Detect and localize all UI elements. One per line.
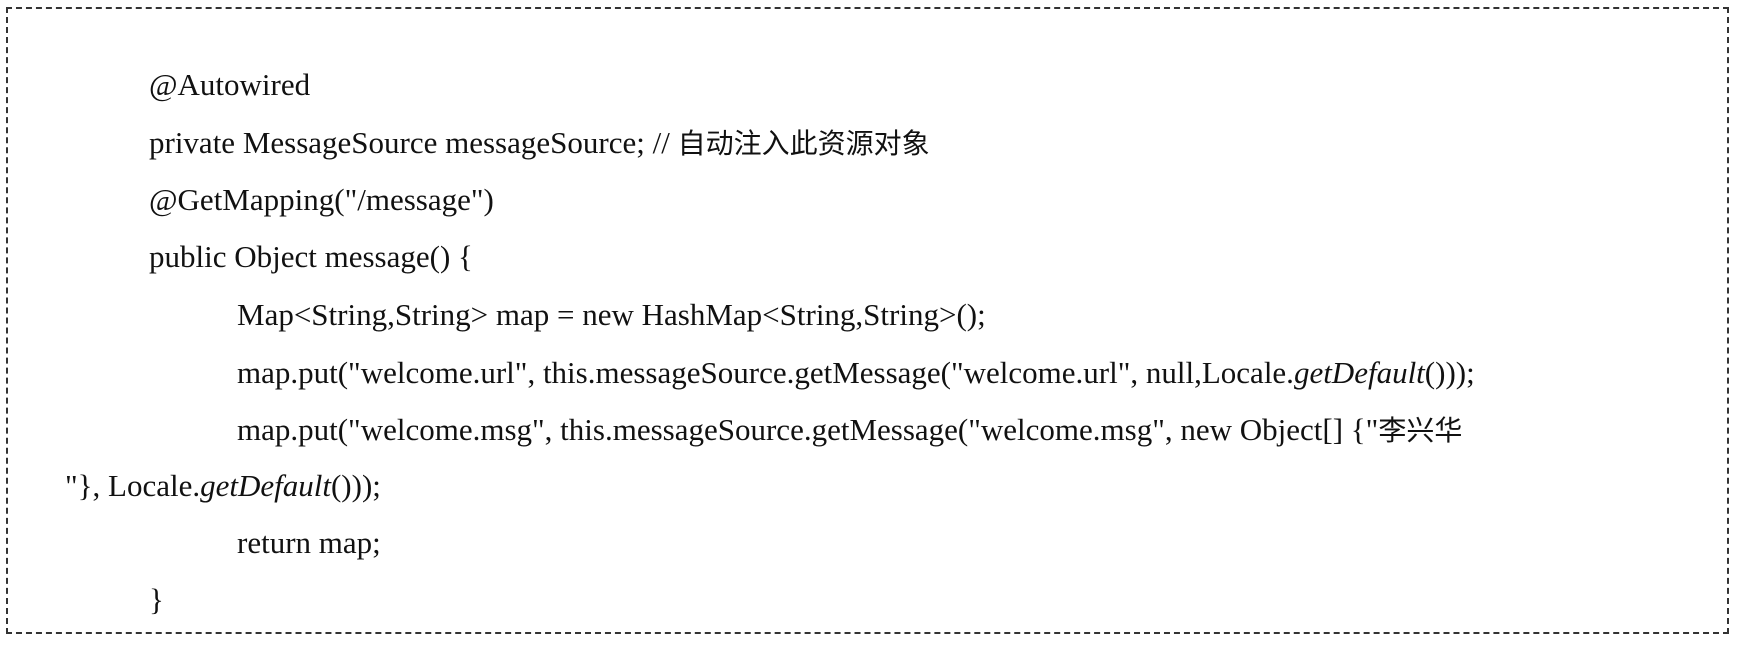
code-line-closing-brace: } — [118, 546, 164, 654]
code-line-put-msg: map.put("welcome.msg", this.messageSourc… — [206, 376, 1462, 485]
code-text: map.put("welcome.msg", this.messageSourc… — [237, 412, 1379, 447]
code-text: } — [149, 582, 164, 617]
code-string-cjk: 李兴华 — [1378, 414, 1463, 447]
code-line-return: return map; — [206, 489, 381, 597]
code-comment: 自动注入此资源对象 — [677, 127, 930, 160]
code-text: "}, Locale. — [65, 468, 201, 503]
code-listing-box: @Autowired private MessageSource message… — [6, 7, 1729, 634]
code-text: return map; — [237, 525, 381, 560]
